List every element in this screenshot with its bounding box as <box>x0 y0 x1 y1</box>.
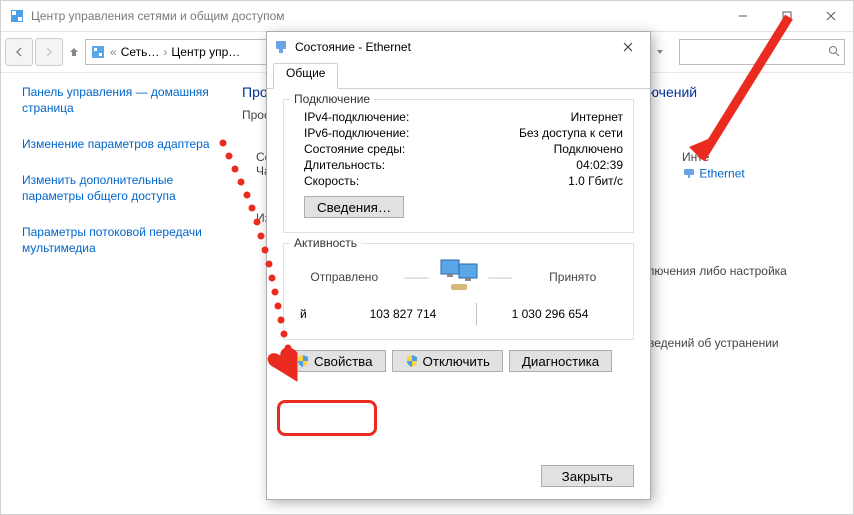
control-panel-window: Центр управления сетями и общим доступом… <box>0 0 854 515</box>
chevron-right-icon: › <box>163 45 167 59</box>
close-dialog-button[interactable]: Закрыть <box>541 465 634 487</box>
duration-value: 04:02:39 <box>576 158 623 172</box>
ipv4-value: Интернет <box>571 110 623 124</box>
sidebar: Панель управления — домашняя страница Из… <box>2 68 234 513</box>
ethernet-link[interactable]: Ethernet <box>699 167 744 181</box>
chevron-right-icon: « <box>110 45 117 59</box>
minimize-button[interactable] <box>721 1 765 31</box>
bytes-received-value: 1 030 296 654 <box>477 307 623 321</box>
media-state-label: Состояние среды: <box>304 142 554 156</box>
speed-value: 1.0 Гбит/с <box>568 174 623 188</box>
sidebar-item-adapter-settings[interactable]: Изменение параметров адаптера <box>22 136 222 152</box>
dialog-title: Состояние - Ethernet <box>295 40 612 54</box>
ipv6-value: Без доступа к сети <box>519 126 623 140</box>
sidebar-item-home[interactable]: Панель управления — домашняя страница <box>22 84 222 116</box>
dialog-tabs: Общие <box>267 62 650 89</box>
bytes-label: й <box>294 307 330 321</box>
activity-group: Активность Отправлено —— —— Принято й 10… <box>283 243 634 340</box>
adapter-icon <box>273 39 289 55</box>
duration-label: Длительность: <box>304 158 576 172</box>
breadcrumb-2[interactable]: Центр упр… <box>171 45 240 59</box>
properties-button[interactable]: Свойства <box>283 350 386 372</box>
received-label: Принято <box>523 270 624 284</box>
highlight-box <box>277 400 377 436</box>
app-icon <box>9 8 25 24</box>
uac-shield-icon <box>296 354 310 368</box>
network-adapter-icon <box>682 166 696 183</box>
sent-label: Отправлено <box>294 270 395 284</box>
connection-legend: Подключение <box>290 92 374 106</box>
activity-diagram: Отправлено —— —— Принято <box>294 258 623 295</box>
dialog-titlebar: Состояние - Ethernet <box>267 32 650 62</box>
bytes-sent-value: 103 827 714 <box>330 307 476 321</box>
connection-group: Подключение IPv4-подключение:Интернет IP… <box>283 99 634 233</box>
window-buttons <box>721 1 853 31</box>
media-state-value: Подключено <box>554 142 623 156</box>
access-type-label: Инте <box>682 150 745 164</box>
search-icon <box>828 45 840 60</box>
window-title: Центр управления сетями и общим доступом <box>31 9 721 23</box>
dialog-body: Подключение IPv4-подключение:Интернет IP… <box>267 89 650 382</box>
tab-general[interactable]: Общие <box>273 63 338 89</box>
uac-shield-icon <box>405 354 419 368</box>
dialog-footer: Закрыть <box>541 465 634 487</box>
disable-button-label: Отключить <box>423 354 490 369</box>
sidebar-item-media-streaming[interactable]: Параметры потоковой передачи мультимедиа <box>22 224 222 256</box>
sidebar-item-sharing-settings[interactable]: Изменить дополнительные параметры общего… <box>22 172 222 204</box>
dropdown-history-button[interactable] <box>649 39 671 65</box>
nav-back-button[interactable] <box>5 38 33 66</box>
search-input[interactable] <box>679 39 845 65</box>
right-hint-line2: сведений об устранении <box>642 336 779 350</box>
disable-button[interactable]: Отключить <box>392 350 503 372</box>
window-titlebar: Центр управления сетями и общим доступом <box>1 1 853 32</box>
ipv4-label: IPv4-подключение: <box>304 110 571 124</box>
location-icon <box>90 44 106 60</box>
diagnose-button[interactable]: Диагностика <box>509 350 612 372</box>
maximize-button[interactable] <box>765 1 809 31</box>
details-button[interactable]: Сведения… <box>304 196 404 218</box>
dialog-action-buttons: Свойства Отключить Диагностика <box>283 350 634 372</box>
ipv6-label: IPv6-подключение: <box>304 126 519 140</box>
nav-up-button[interactable] <box>65 39 83 65</box>
close-button[interactable] <box>809 1 853 31</box>
activity-stats: й 103 827 714 1 030 296 654 <box>294 303 623 325</box>
breadcrumb-1[interactable]: Сеть… <box>121 45 160 59</box>
right-hint-line1: ключения либо настройка <box>642 264 787 278</box>
properties-button-label: Свойства <box>314 354 373 369</box>
nav-forward-button[interactable] <box>35 38 63 66</box>
speed-label: Скорость: <box>304 174 568 188</box>
activity-legend: Активность <box>290 236 361 250</box>
dialog-close-button[interactable] <box>612 33 644 61</box>
ethernet-status-dialog: Состояние - Ethernet Общие Подключение I… <box>266 31 651 500</box>
computers-icon <box>439 258 479 295</box>
